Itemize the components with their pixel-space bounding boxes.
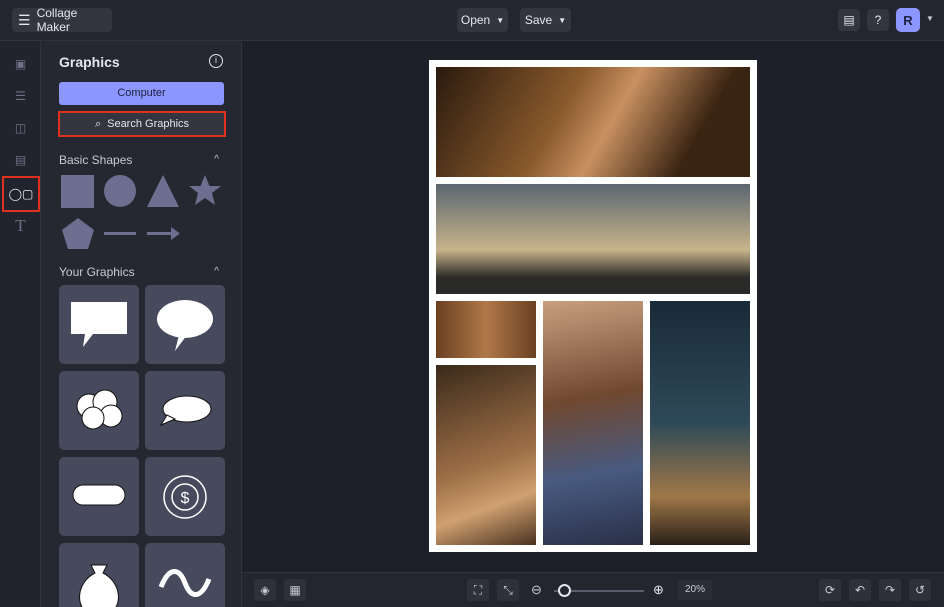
layers-button[interactable]: ◈ bbox=[254, 579, 276, 601]
comment-icon: ▤ bbox=[843, 13, 855, 27]
search-label: Search Graphics bbox=[107, 118, 190, 130]
save-label: Save bbox=[524, 13, 553, 27]
undo-icon: ↶ bbox=[854, 583, 866, 597]
refresh-icon: ⟳ bbox=[824, 583, 836, 597]
star-shape[interactable] bbox=[189, 175, 221, 205]
triangle-shape[interactable] bbox=[147, 175, 179, 207]
hamburger-icon: ☰ bbox=[18, 11, 31, 28]
help-button[interactable]: ? bbox=[867, 9, 889, 31]
pentagon-shape[interactable] bbox=[62, 218, 94, 249]
expand-icon: ⛶ bbox=[473, 582, 483, 597]
menu-button[interactable]: ☰ Collage Maker bbox=[12, 6, 112, 34]
info-icon[interactable]: i bbox=[209, 54, 223, 68]
top-bar: ☰ Collage Maker Open ▼ Save ▼ ▤ ? R ▼ bbox=[0, 0, 944, 41]
line-shape[interactable] bbox=[104, 232, 136, 235]
speech-bubble-oval-graphic[interactable] bbox=[145, 285, 225, 364]
tool-rail: ▣ ☰ ◫ ▤ ◯▢ T bbox=[0, 41, 41, 607]
basic-shapes bbox=[61, 175, 221, 249]
chevron-down-icon: ▼ bbox=[496, 15, 505, 25]
collapse-icon[interactable]: ^ bbox=[214, 154, 219, 165]
app-title: Collage Maker bbox=[36, 6, 78, 34]
layers-icon: ◈ bbox=[260, 583, 270, 597]
panel-title: Graphics bbox=[59, 54, 120, 70]
collage-canvas[interactable] bbox=[429, 60, 757, 552]
text-icon[interactable]: T bbox=[9, 214, 32, 237]
basic-shapes-heading: Basic Shapes bbox=[59, 153, 133, 167]
thought-bubble-graphic[interactable] bbox=[59, 371, 139, 450]
reset-button[interactable]: ⟳ bbox=[819, 579, 841, 601]
history-button[interactable]: ↺ bbox=[909, 579, 931, 601]
adjust-icon[interactable]: ☰ bbox=[9, 84, 32, 107]
money-bag-graphic[interactable] bbox=[59, 543, 139, 607]
texture-icon[interactable]: ▤ bbox=[9, 148, 32, 171]
photo-couple-embrace[interactable] bbox=[543, 301, 643, 545]
open-label: Open bbox=[460, 13, 491, 27]
photo-night-sky-man[interactable] bbox=[650, 301, 750, 545]
avatar[interactable]: R bbox=[896, 8, 920, 32]
your-graphics-heading: Your Graphics bbox=[59, 265, 135, 279]
graphics-icon[interactable]: ◯▢ bbox=[2, 176, 40, 212]
arrow-shape[interactable] bbox=[147, 227, 180, 240]
layout-icon[interactable]: ◫ bbox=[9, 116, 32, 139]
pill-bubble-graphic[interactable] bbox=[59, 457, 139, 536]
bottom-toolbar: ◈ ▦ ⛶ ⤡ ⊖ ⊕ 20% ⟳ ↶ ↷ ↺ bbox=[242, 572, 944, 607]
wave-graphic[interactable] bbox=[145, 543, 225, 607]
open-button[interactable]: Open ▼ bbox=[457, 8, 508, 32]
zoom-value[interactable]: 20% bbox=[678, 580, 712, 600]
computer-button[interactable]: Computer bbox=[59, 82, 224, 105]
photo-hands-rose[interactable] bbox=[436, 67, 750, 177]
shrink-button[interactable]: ⤡ bbox=[497, 579, 519, 601]
shrink-icon: ⤡ bbox=[503, 582, 513, 597]
comic-bubble-graphic[interactable] bbox=[145, 371, 225, 450]
photo-man-eyes[interactable] bbox=[436, 301, 536, 358]
speech-bubble-rect-graphic[interactable] bbox=[59, 285, 139, 364]
zoom-slider-handle[interactable] bbox=[558, 584, 571, 597]
photo-ring[interactable] bbox=[436, 365, 536, 545]
svg-text:$: $ bbox=[181, 490, 190, 507]
search-icon: ⌕ bbox=[94, 117, 102, 130]
fit-button[interactable]: ⛶ bbox=[467, 579, 489, 601]
circle-shape[interactable] bbox=[104, 175, 136, 207]
chevron-down-icon[interactable]: ▼ bbox=[926, 14, 934, 23]
redo-button[interactable]: ↷ bbox=[879, 579, 901, 601]
history-icon: ↺ bbox=[914, 583, 926, 597]
chevron-down-icon: ▼ bbox=[558, 15, 567, 25]
save-button[interactable]: Save ▼ bbox=[520, 8, 571, 32]
search-graphics-button[interactable]: ⌕ Search Graphics bbox=[58, 111, 226, 137]
image-icon[interactable]: ▣ bbox=[9, 52, 32, 75]
help-icon: ? bbox=[874, 13, 882, 27]
dollar-cycle-graphic[interactable]: $ bbox=[145, 457, 225, 536]
feedback-button[interactable]: ▤ bbox=[838, 9, 860, 31]
zoom-in-icon[interactable]: ⊕ bbox=[653, 582, 664, 598]
undo-button[interactable]: ↶ bbox=[849, 579, 871, 601]
square-shape[interactable] bbox=[61, 175, 94, 208]
collapse-icon[interactable]: ^ bbox=[214, 266, 219, 277]
graphics-panel: Graphics i Computer ⌕ Search Graphics Bas… bbox=[41, 41, 242, 607]
redo-icon: ↷ bbox=[884, 583, 896, 597]
grid-icon: ▦ bbox=[289, 583, 301, 597]
photo-couple-sky[interactable] bbox=[436, 184, 750, 294]
grid-button[interactable]: ▦ bbox=[284, 579, 306, 601]
zoom-out-icon[interactable]: ⊖ bbox=[531, 582, 542, 598]
